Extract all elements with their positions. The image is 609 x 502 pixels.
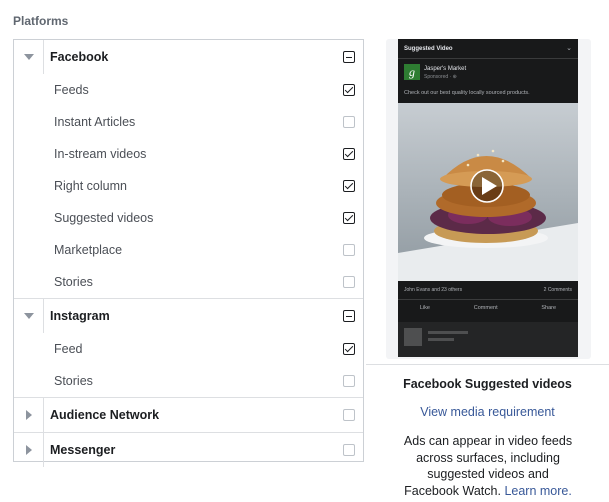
instagram-feed-checkbox[interactable] (343, 343, 355, 355)
placement-label: Feed (54, 342, 83, 356)
like-action: Like (419, 305, 430, 311)
group-label-audience-network: Audience Network (50, 408, 160, 422)
facebook-checkbox[interactable] (343, 51, 355, 63)
placeholder-bar (428, 331, 468, 334)
placement-label: Right column (54, 179, 127, 193)
comment-action: Comment (473, 305, 498, 311)
placement-row-stories[interactable]: Stories (14, 266, 363, 298)
placement-row-instagram-stories[interactable]: Stories (14, 365, 363, 397)
placement-description: Ads can appear in video feeds across sur… (393, 433, 583, 499)
facebook-stories-checkbox[interactable] (343, 276, 355, 288)
chevron-down-icon: ⌄ (566, 45, 572, 52)
description-line: Facebook Watch. (404, 483, 501, 498)
platform-group-audience-network[interactable]: Audience Network (14, 397, 363, 432)
video-thumbnail (398, 103, 578, 281)
group-label-facebook: Facebook (50, 50, 109, 64)
brand-name: Jasper's Market (424, 66, 467, 72)
in-stream-videos-checkbox[interactable] (343, 148, 355, 160)
instagram-checkbox[interactable] (343, 310, 355, 322)
marketplace-checkbox[interactable] (343, 244, 355, 256)
right-column-checkbox[interactable] (343, 180, 355, 192)
instant-articles-checkbox[interactable] (343, 116, 355, 128)
expand-toggle-instagram[interactable] (14, 299, 44, 333)
caret-right-icon (25, 410, 32, 420)
placement-row-feeds[interactable]: Feeds (14, 74, 363, 106)
caret-down-icon (23, 313, 34, 319)
divider (398, 299, 578, 300)
placement-row-in-stream-videos[interactable]: In-stream videos (14, 138, 363, 170)
messenger-checkbox[interactable] (343, 444, 355, 456)
placeholder-bar (428, 338, 454, 341)
suggested-videos-checkbox[interactable] (343, 212, 355, 224)
placement-row-marketplace[interactable]: Marketplace (14, 234, 363, 266)
placement-row-right-column[interactable]: Right column (14, 170, 363, 202)
placement-label: Stories (54, 275, 93, 289)
feeds-checkbox[interactable] (343, 84, 355, 96)
instagram-stories-checkbox[interactable] (343, 375, 355, 387)
platforms-panel: Facebook Feeds Instant Articles In-strea… (13, 39, 364, 467)
next-post-placeholder (398, 322, 578, 357)
expand-toggle-audience-network[interactable] (14, 398, 44, 432)
share-action: Share (541, 305, 557, 311)
phone-screen: Suggested Video ⌄ g Jasper's Market Spon… (398, 39, 578, 357)
ad-copy: Check out our best quality locally sourc… (404, 90, 530, 96)
ad-preview: Suggested Video ⌄ g Jasper's Market Spon… (386, 39, 591, 359)
caret-down-icon (23, 54, 34, 60)
placement-row-instant-articles[interactable]: Instant Articles (14, 106, 363, 138)
description-line: across surfaces, including (416, 450, 560, 465)
reactions-summary: John Evans and 23 others (404, 287, 463, 293)
placement-row-suggested-videos[interactable]: Suggested videos (14, 202, 363, 234)
placement-label: Marketplace (54, 243, 123, 257)
preview-header: Suggested Video (404, 46, 453, 52)
group-label-messenger: Messenger (50, 443, 116, 457)
placement-label: Stories (54, 374, 93, 388)
description-line: Ads can appear in video feeds (403, 434, 573, 448)
caret-right-icon (25, 445, 32, 455)
learn-more-link[interactable]: Learn more. (504, 484, 571, 498)
expand-toggle-messenger[interactable] (14, 433, 44, 467)
platform-group-instagram[interactable]: Instagram (14, 298, 363, 333)
placement-label: Suggested videos (54, 211, 154, 225)
placement-label: In-stream videos (54, 147, 147, 161)
platform-group-messenger[interactable]: Messenger (14, 432, 363, 467)
placement-title: Facebook Suggested videos (403, 377, 572, 391)
divider (366, 364, 609, 365)
burger-image (398, 103, 578, 281)
section-title: Platforms (13, 14, 69, 28)
view-media-requirement-link[interactable]: View media requirement (366, 405, 609, 419)
sponsored-label: Sponsored · ⊕ (424, 74, 457, 80)
group-label-instagram: Instagram (50, 309, 110, 323)
audience-network-checkbox[interactable] (343, 409, 355, 421)
comments-count: 2 Comments (543, 287, 572, 293)
placement-label: Instant Articles (54, 115, 136, 129)
placement-label: Feeds (54, 83, 89, 97)
platform-group-facebook[interactable]: Facebook (14, 40, 363, 74)
post-actions: Like Comment Share (398, 305, 578, 311)
brand-logo: g (404, 64, 420, 80)
placement-row-instagram-feed[interactable]: Feed (14, 333, 363, 365)
placeholder-thumb (404, 328, 422, 346)
description-line: suggested videos and (427, 467, 549, 481)
expand-toggle-facebook[interactable] (14, 40, 44, 74)
divider (398, 58, 578, 59)
